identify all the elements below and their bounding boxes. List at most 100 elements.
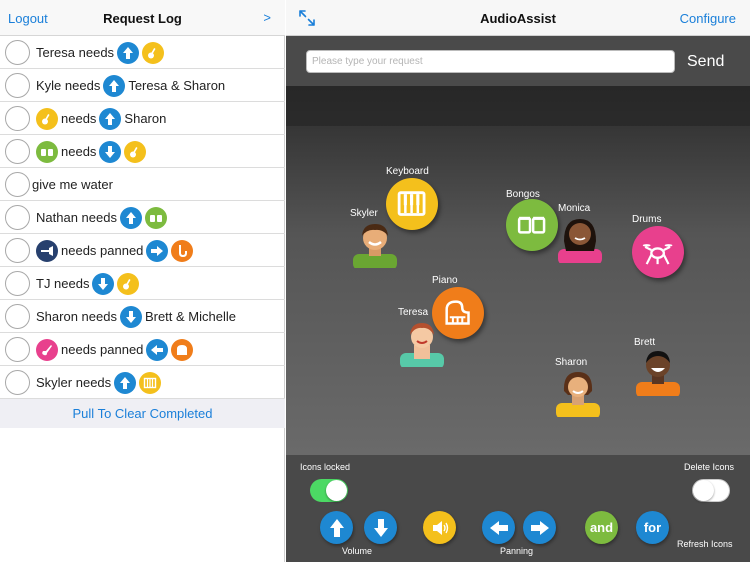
bongos-icon <box>144 206 167 229</box>
volume-up-icon <box>119 206 142 229</box>
list-item[interactable]: Kyle needs Teresa & Sharon <box>0 69 285 102</box>
delete-icons-toggle[interactable] <box>692 479 730 502</box>
complete-checkbox[interactable] <box>5 304 30 329</box>
request-text: TJ needs <box>36 276 90 291</box>
request-list: Teresa needs Kyle needs Teresa & Sharon … <box>0 36 285 399</box>
request-target: Teresa & Sharon <box>128 78 226 93</box>
stage-floor <box>286 86 750 455</box>
request-text: Kyle needs <box>36 78 101 93</box>
volume-up-icon <box>103 74 126 97</box>
request-text: needs panned <box>61 342 144 357</box>
volume-down-icon <box>92 272 115 295</box>
complete-checkbox[interactable] <box>5 271 30 296</box>
request-text: Sharon needs <box>36 309 117 324</box>
request-log-title: Request Log <box>103 11 182 26</box>
volume-up-button[interactable] <box>320 511 353 544</box>
and-button[interactable]: and <box>585 511 618 544</box>
guitar-icon <box>36 107 58 130</box>
complete-checkbox[interactable] <box>5 106 30 131</box>
request-text: Skyler needs <box>36 375 112 390</box>
pull-to-clear-label: Pull To Clear Completed <box>72 406 213 421</box>
control-panel: Icons locked Delete Icons Volume Panning… <box>286 455 750 562</box>
request-text: needs <box>61 111 97 126</box>
complete-checkbox[interactable] <box>5 337 30 362</box>
toggle-knob <box>693 480 714 501</box>
pan-right-icon <box>146 239 169 262</box>
drums-label: Drums <box>632 214 662 225</box>
next-arrow-button[interactable]: > <box>263 10 271 25</box>
toggle-knob <box>326 480 347 501</box>
request-text: needs panned <box>61 243 144 258</box>
monica-avatar[interactable] <box>554 211 606 263</box>
icons-locked-label: Icons locked <box>300 462 351 472</box>
complete-checkbox[interactable] <box>5 238 30 263</box>
stage-area: Keyboard Skyler Bongos Monica Drums Pian… <box>286 86 750 455</box>
mute-button[interactable] <box>423 511 456 544</box>
keyboard-icon <box>139 371 162 394</box>
send-button[interactable]: Send <box>687 53 724 71</box>
bongos-icon[interactable] <box>506 199 558 251</box>
request-bar: Send <box>286 36 750 86</box>
piano-icon <box>171 338 194 361</box>
sharon-avatar[interactable] <box>552 365 604 417</box>
for-label: for <box>643 520 662 535</box>
pan-left-icon <box>146 338 169 361</box>
list-item[interactable]: TJ needs <box>0 267 285 300</box>
list-item[interactable]: give me water <box>0 168 285 201</box>
list-item[interactable]: Teresa needs <box>0 36 285 69</box>
teresa-avatar[interactable] <box>396 315 448 367</box>
volume-up-icon <box>117 41 140 64</box>
pan-right-icon <box>530 520 549 535</box>
list-item[interactable]: needs panned <box>0 333 285 366</box>
audio-assist-pane: AudioAssist Configure Send Keyboard Skyl… <box>286 0 750 562</box>
guitar-icon <box>142 41 165 64</box>
for-button[interactable]: for <box>636 511 669 544</box>
piano-label: Piano <box>432 275 458 286</box>
complete-checkbox[interactable] <box>5 139 30 164</box>
complete-checkbox[interactable] <box>5 370 30 395</box>
list-item[interactable]: needs panned <box>0 234 285 267</box>
volume-up-icon <box>329 518 344 537</box>
configure-button[interactable]: Configure <box>680 11 736 26</box>
complete-checkbox[interactable] <box>5 40 30 65</box>
request-log-navbar: Logout Request Log > <box>0 0 285 36</box>
skyler-avatar[interactable] <box>349 216 401 268</box>
drums-icon[interactable] <box>632 226 684 278</box>
guitar-icon <box>124 140 147 163</box>
volume-up-icon <box>99 107 122 130</box>
panning-label: Panning <box>500 546 534 556</box>
pan-left-button[interactable] <box>482 511 515 544</box>
request-text: needs <box>61 144 97 159</box>
delete-icons-label: Delete Icons <box>684 462 735 472</box>
guitar-icon <box>117 272 140 295</box>
volume-down-icon <box>373 518 388 537</box>
volume-down-button[interactable] <box>364 511 397 544</box>
keyboard-label: Keyboard <box>386 166 429 177</box>
request-target: Brett & Michelle <box>144 309 236 324</box>
pull-to-clear-bar[interactable]: Pull To Clear Completed <box>0 399 285 428</box>
audio-assist-navbar: AudioAssist Configure <box>286 0 750 36</box>
request-text: Nathan needs <box>36 210 117 225</box>
saxophone-icon <box>171 239 194 262</box>
list-item[interactable]: needs <box>0 135 285 168</box>
complete-checkbox[interactable] <box>5 172 30 197</box>
list-item[interactable]: Skyler needs <box>0 366 285 399</box>
complete-checkbox[interactable] <box>5 205 30 230</box>
electric-guitar-icon <box>36 338 58 361</box>
complete-checkbox[interactable] <box>5 73 30 98</box>
volume-down-icon <box>99 140 122 163</box>
pan-left-icon <box>489 520 508 535</box>
list-item[interactable]: Nathan needs <box>0 201 285 234</box>
pan-right-button[interactable] <box>523 511 556 544</box>
request-input[interactable] <box>306 50 675 73</box>
volume-up-icon <box>114 371 137 394</box>
trumpet-icon <box>36 239 58 262</box>
request-text: give me water <box>32 177 113 192</box>
list-item[interactable]: Sharon needs Brett & Michelle <box>0 300 285 333</box>
refresh-icons-button[interactable]: Refresh Icons <box>677 539 733 549</box>
list-item[interactable]: needs Sharon <box>0 102 285 135</box>
brett-avatar[interactable] <box>632 344 684 396</box>
icons-locked-toggle[interactable] <box>310 479 348 502</box>
request-log-pane: Logout Request Log > Teresa needs Kyle n… <box>0 0 285 562</box>
speaker-icon <box>432 520 448 535</box>
